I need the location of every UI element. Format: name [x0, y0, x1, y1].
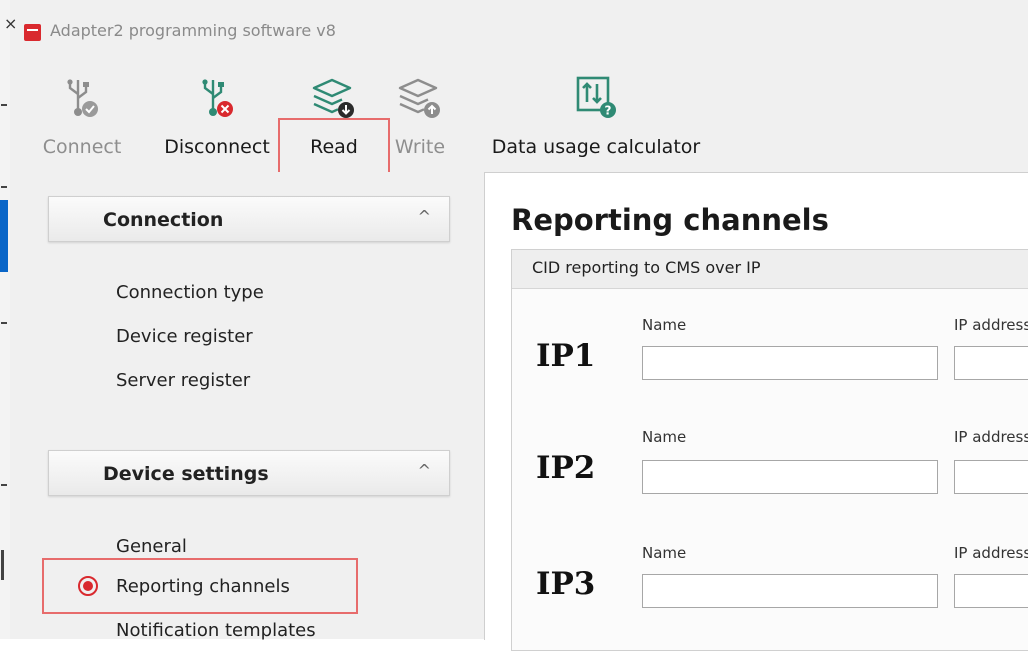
- section-header: CID reporting to CMS over IP: [512, 250, 1028, 289]
- page-title: Reporting channels: [511, 203, 829, 237]
- app-window: × Adapter2 programming software v8 Conne…: [4, 0, 1028, 651]
- edge-mark: [1, 186, 7, 188]
- ip3-ip-address-input[interactable]: [954, 574, 1028, 608]
- reporting-channels-highlight-box: [42, 558, 358, 614]
- sidebar: Connection ^ Connection type Device regi…: [10, 172, 476, 641]
- edge-mark: [1, 322, 7, 324]
- ip2-ip-address-label: IP address: [954, 428, 1028, 446]
- background-window-edge: [0, 200, 8, 272]
- ip2-ip-address-input[interactable]: [954, 460, 1028, 494]
- close-icon[interactable]: ×: [4, 14, 17, 33]
- usb-disconnect-icon: [202, 79, 233, 117]
- ip1-label: IP1: [536, 338, 596, 374]
- usb-connect-icon: [67, 79, 98, 117]
- ip3-name-input[interactable]: [642, 574, 938, 608]
- write-button[interactable]: Write: [388, 68, 452, 172]
- main-panel: Reporting channels CID reporting to CMS …: [484, 172, 1028, 651]
- sidebar-item-connection-type[interactable]: Connection type: [116, 282, 264, 303]
- edge-mark: [1, 550, 4, 580]
- disconnect-label: Disconnect: [164, 136, 270, 158]
- data-usage-calculator-button[interactable]: ? Data usage calculator: [480, 68, 712, 172]
- layers-write-icon: [398, 78, 440, 118]
- window-title: Adapter2 programming software v8: [50, 21, 336, 40]
- chevron-up-icon[interactable]: ^: [418, 461, 431, 480]
- chevron-up-icon[interactable]: ^: [418, 207, 431, 226]
- device-settings-group-title: Device settings: [103, 463, 269, 485]
- connection-group-title: Connection: [103, 209, 224, 231]
- ip2-label: IP2: [536, 450, 596, 486]
- connect-button[interactable]: Connect: [34, 68, 130, 172]
- ip1-name-input[interactable]: [642, 346, 938, 380]
- device-settings-group-header[interactable]: Device settings ^: [48, 450, 450, 496]
- data-usage-calculator-label: Data usage calculator: [491, 136, 701, 158]
- ip2-name-input[interactable]: [642, 460, 938, 494]
- svg-text:?: ?: [605, 104, 612, 118]
- connection-group-header[interactable]: Connection ^: [48, 196, 450, 242]
- ip3-name-label: Name: [642, 544, 687, 562]
- sidebar-item-device-register[interactable]: Device register: [116, 326, 253, 347]
- write-label: Write: [394, 136, 446, 158]
- ip1-ip-address-input[interactable]: [954, 346, 1028, 380]
- ip3-ip-address-label: IP address: [954, 544, 1028, 562]
- sidebar-item-server-register[interactable]: Server register: [116, 370, 250, 391]
- layers-read-icon: [312, 78, 354, 118]
- ip2-name-label: Name: [642, 428, 687, 446]
- edge-mark: [1, 484, 7, 486]
- ip3-label: IP3: [536, 566, 596, 602]
- title-bar: × Adapter2 programming software v8: [4, 0, 1028, 68]
- toolbar: Connect Disconnect Read Write ? Data usa…: [10, 68, 1028, 242]
- sidebar-item-notification-templates[interactable]: Notification templates: [116, 620, 316, 641]
- connect-label: Connect: [42, 136, 122, 158]
- ip1-ip-address-label: IP address: [954, 316, 1028, 334]
- section-title: CID reporting to CMS over IP: [532, 258, 761, 277]
- ip1-name-label: Name: [642, 316, 687, 334]
- cid-reporting-section: CID reporting to CMS over IP IP1 Name IP…: [511, 249, 1028, 651]
- sidebar-item-general[interactable]: General: [116, 536, 187, 557]
- disconnect-button[interactable]: Disconnect: [156, 68, 278, 172]
- edge-mark: [1, 104, 7, 106]
- data-calculator-icon: ?: [576, 76, 616, 118]
- app-logo-icon: [24, 24, 41, 41]
